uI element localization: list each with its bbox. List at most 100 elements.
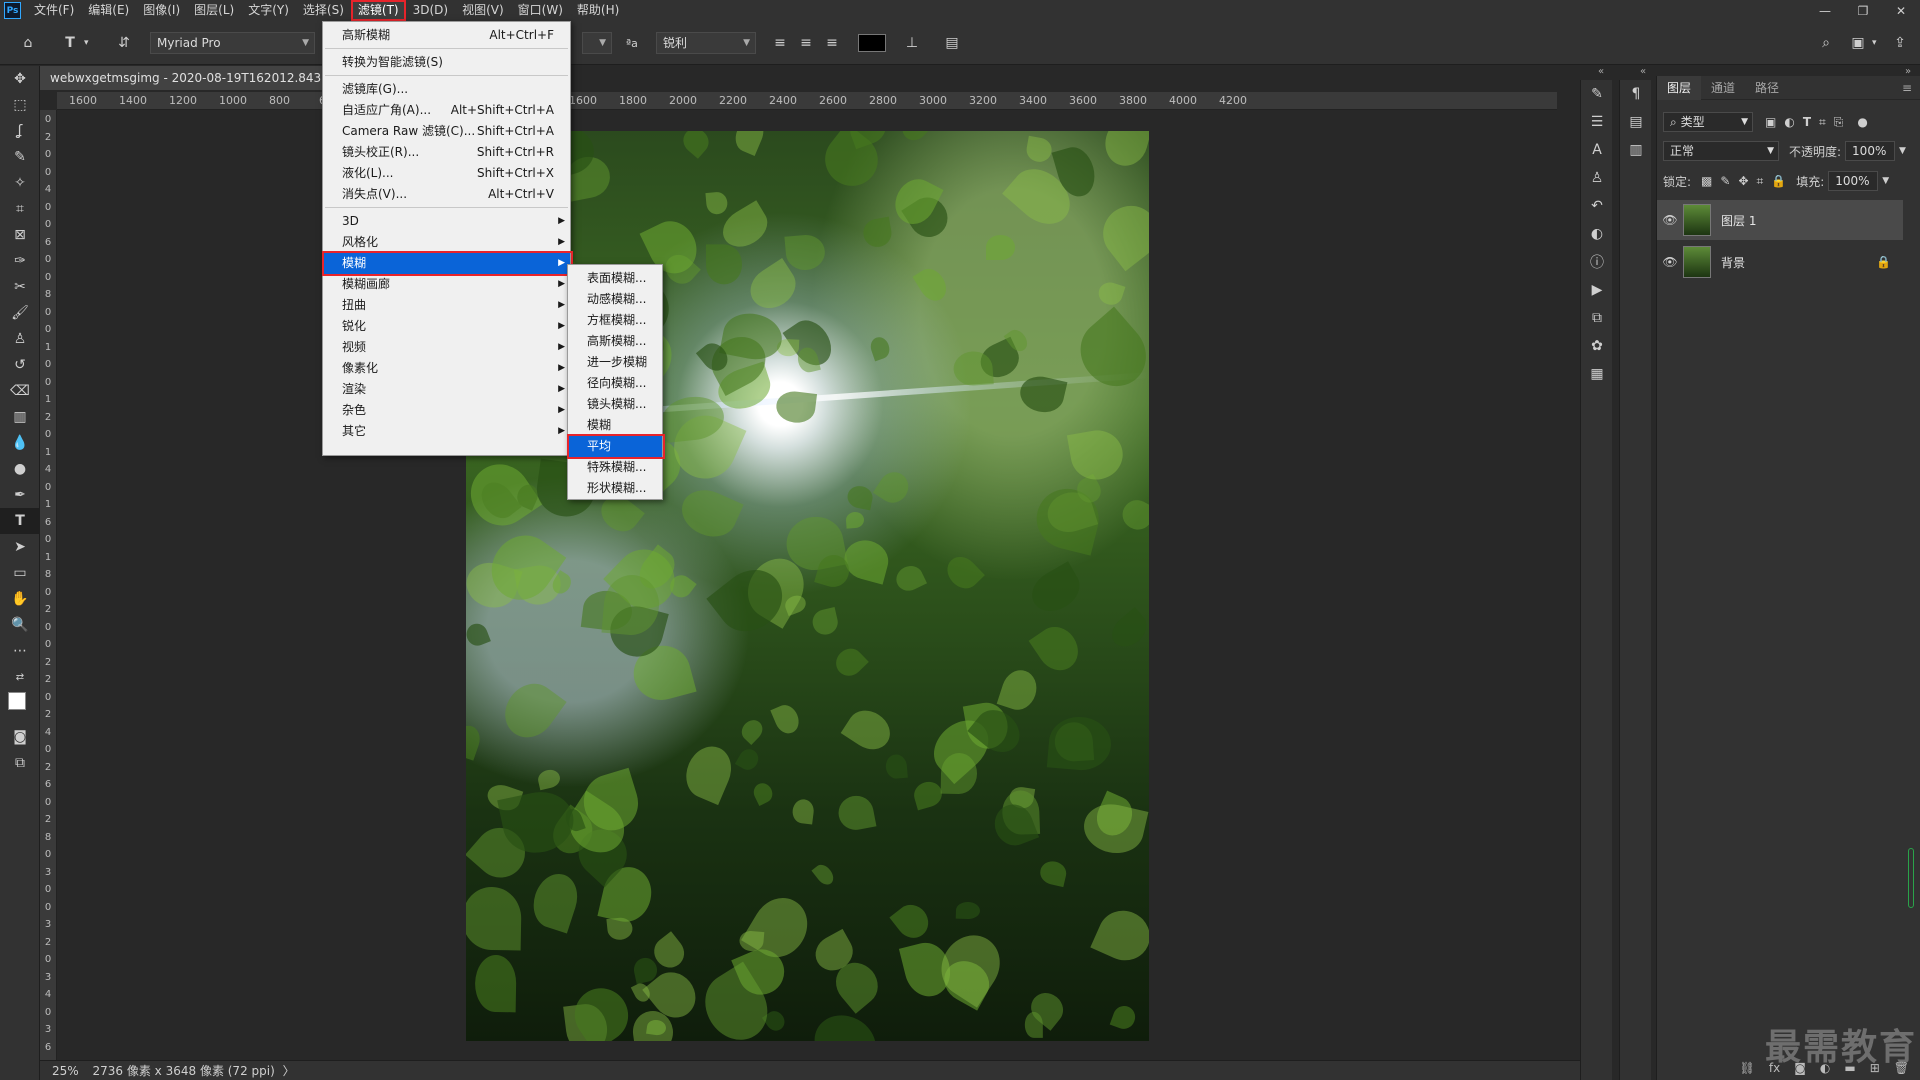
filter-menu-item[interactable]: 扭曲 ▶ [323,295,570,316]
collapse-strip-icon[interactable]: « [1640,66,1646,77]
lock-position-icon[interactable]: ✥ [1738,174,1748,188]
align-center-icon[interactable]: ≡ [794,31,818,55]
brush-tool-icon[interactable]: 🖌 [0,300,40,326]
filter-menu-item[interactable]: 杂色 ▶ [323,400,570,421]
hand-tool-icon[interactable]: ✋ [0,586,40,612]
filter-menu-item[interactable]: 像素化 ▶ [323,358,570,379]
layer-filter-select[interactable]: ⌕ 类型 ▼ [1663,112,1753,132]
move-tool-icon[interactable]: ✥ [0,66,40,92]
align-right-icon[interactable]: ≡ [820,31,844,55]
blur-tool-icon[interactable]: 💧 [0,430,40,456]
clone-stamp-tool-icon[interactable]: ♙ [0,326,40,352]
fill-chevron-icon[interactable]: ▼ [1882,176,1889,186]
menu-item-2[interactable]: 图像(I) [136,0,187,21]
clone-source-icon[interactable]: ♙ [1581,164,1613,192]
magic-wand-tool-icon[interactable]: ✧ [0,170,40,196]
filter-toggle-icon[interactable]: ● [1857,115,1867,129]
menu-item-9[interactable]: 窗口(W) [511,0,570,21]
visibility-eye-icon[interactable]: 👁 [1657,213,1683,227]
blur-submenu-item[interactable]: 模糊 [568,415,662,436]
filter-menu-item[interactable]: 模糊画廊 ▶ [323,274,570,295]
font-size-select[interactable]: ▼ [582,32,612,54]
healing-brush-tool-icon[interactable]: ✂ [0,274,40,300]
character-panel-icon[interactable]: ▤ [940,31,964,55]
crop-tool-icon[interactable]: ⌗ [0,196,40,222]
home-icon[interactable]: ⌂ [16,31,40,55]
filter-menu-item[interactable]: 消失点(V)... Alt+Ctrl+V [323,184,570,205]
panel-menu-icon[interactable]: ≡ [1902,81,1912,95]
filter-pixel-icon[interactable]: ▣ [1765,115,1776,129]
scroll-indicator[interactable] [1908,848,1914,908]
marquee-tool-icon[interactable]: ⬚ [0,92,40,118]
lock-image-icon[interactable]: ✎ [1720,174,1730,188]
blur-submenu-item[interactable]: 高斯模糊... [568,331,662,352]
layer-row[interactable]: 👁 图层 1 [1657,200,1903,240]
filter-menu-item[interactable]: 模糊 ▶ [323,253,570,274]
link-layers-icon[interactable]: ⛓ [1740,1061,1755,1075]
menu-item-6[interactable]: 滤镜(T) [350,0,406,21]
search-icon[interactable]: ⌕ [1814,31,1838,55]
document-tab[interactable]: webwxgetmsgimg - 2020-08-19T162012.843.j… [40,66,324,90]
filter-menu-item[interactable]: 转换为智能滤镜(S) [323,52,570,73]
color-swatches[interactable] [0,690,40,724]
character-icon[interactable]: A [1581,136,1613,164]
menu-item-0[interactable]: 文件(F) [27,0,81,21]
filter-menu-item[interactable]: 风格化 ▶ [323,232,570,253]
dodge-tool-icon[interactable]: ● [0,456,40,482]
blend-mode-select[interactable]: 正常 ▼ [1663,141,1779,161]
actions-play-icon[interactable]: ▶ [1581,276,1613,304]
filter-menu-item[interactable]: 锐化 ▶ [323,316,570,337]
paragraph-icon[interactable]: ¶ [1620,80,1652,108]
info-icon[interactable]: ⓘ [1581,248,1613,276]
blur-submenu-item[interactable]: 镜头模糊... [568,394,662,415]
gradient-tool-icon[interactable]: ▥ [0,404,40,430]
minimize-button[interactable]: — [1806,0,1844,21]
lock-transparent-icon[interactable]: ▩ [1701,174,1712,188]
quick-select-tool-icon[interactable]: ✎ [0,144,40,170]
lasso-tool-icon[interactable]: ʆ [0,118,40,144]
zoom-level[interactable]: 25% [52,1064,79,1078]
filter-shape-icon[interactable]: ⌗ [1819,115,1826,130]
menu-item-3[interactable]: 图层(L) [187,0,241,21]
filter-menu-item[interactable]: 滤镜库(G)... [323,79,570,100]
more-tools-icon[interactable]: ⋯ [0,638,40,664]
menu-item-7[interactable]: 3D(D) [406,0,455,21]
tab-layers[interactable]: 图层 [1657,75,1702,100]
blur-submenu-item[interactable]: 平均 [568,436,662,457]
blur-submenu-item[interactable]: 形状模糊... [568,478,662,499]
menu-item-1[interactable]: 编辑(E) [81,0,136,21]
pen-tool-icon[interactable]: ✒ [0,482,40,508]
antialias-select[interactable]: 锐利 ▼ [656,32,756,54]
screen-mode-icon[interactable]: ⧉ [0,750,40,776]
eraser-tool-icon[interactable]: ⌫ [0,378,40,404]
workspace-icon[interactable]: ▣ [1846,31,1870,55]
zoom-tool-icon[interactable]: 🔍 [0,612,40,638]
filter-menu-item[interactable]: 液化(L)... Shift+Ctrl+X [323,163,570,184]
foreground-color-swatch[interactable] [8,692,26,710]
text-orientation-icon[interactable]: ⇵ [112,31,136,55]
menu-item-5[interactable]: 选择(S) [296,0,351,21]
menu-item-10[interactable]: 帮助(H) [570,0,626,21]
quick-mask-icon[interactable]: ◙ [0,724,40,750]
frame-tool-icon[interactable]: ⊠ [0,222,40,248]
filter-menu-item[interactable]: 自适应广角(A)... Alt+Shift+Ctrl+A [323,100,570,121]
filter-menu-item[interactable]: 镜头校正(R)... Shift+Ctrl+R [323,142,570,163]
workspace-chevron-icon[interactable]: ▾ [1872,31,1877,55]
warp-text-icon[interactable]: ⊥ [900,31,924,55]
filter-menu-item[interactable]: Camera Raw 滤镜(C)... Shift+Ctrl+A [323,121,570,142]
blur-submenu-item[interactable]: 径向模糊... [568,373,662,394]
path-select-tool-icon[interactable]: ➤ [0,534,40,560]
restore-button[interactable]: ❐ [1844,0,1882,21]
menu-item-4[interactable]: 文字(Y) [241,0,296,21]
visibility-eye-icon[interactable]: 👁 [1657,255,1683,269]
align-left-icon[interactable]: ≡ [768,31,792,55]
blur-submenu-item[interactable]: 表面模糊... [568,268,662,289]
filter-smart-object-icon[interactable]: ⎘ [1834,115,1844,130]
history-icon[interactable]: ↶ [1581,192,1613,220]
blur-submenu-item[interactable]: 动感模糊... [568,289,662,310]
rectangle-tool-icon[interactable]: ▭ [0,560,40,586]
libraries-icon[interactable]: ⧉ [1581,304,1613,332]
layer-name[interactable]: 图层 1 [1721,212,1756,229]
notes-icon[interactable]: ▥ [1620,136,1652,164]
swap-colors-icon[interactable]: ⇄ [0,664,40,690]
